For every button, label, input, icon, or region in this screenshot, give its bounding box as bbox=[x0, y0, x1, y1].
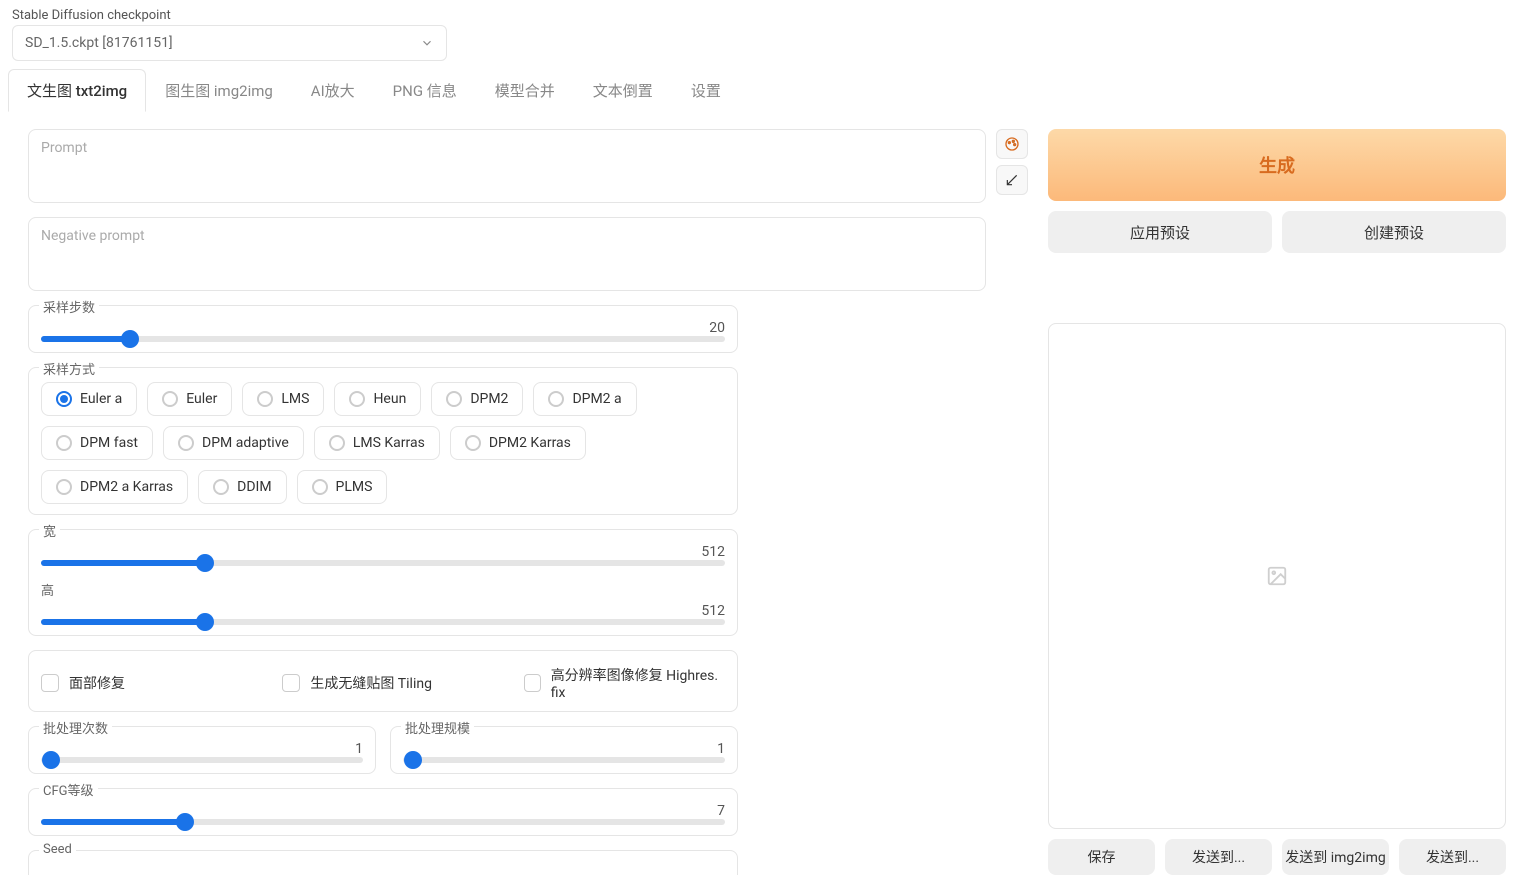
send-to-img2img-button[interactable]: 发送到 img2img bbox=[1282, 839, 1389, 875]
palette-icon bbox=[1004, 136, 1020, 152]
sampler-option[interactable]: DPM2 Karras bbox=[450, 426, 586, 460]
tabs: 文生图 txt2img图生图 img2imgAI放大PNG 信息模型合并文本倒置… bbox=[0, 69, 1522, 113]
batch-size-value: 1 bbox=[403, 741, 725, 757]
sampler-option[interactable]: Euler a bbox=[41, 382, 137, 416]
tab-6[interactable]: 设置 bbox=[672, 69, 740, 112]
sampler-option[interactable]: LMS bbox=[242, 382, 324, 416]
cfg-label: CFG等级 bbox=[39, 780, 98, 799]
batch-count-label: 批处理次数 bbox=[39, 718, 112, 737]
radio-icon bbox=[312, 479, 328, 495]
output-preview bbox=[1048, 323, 1506, 829]
send-to-button-1[interactable]: 发送到... bbox=[1165, 839, 1272, 875]
face-restore-checkbox[interactable]: 面部修复 bbox=[41, 665, 242, 701]
height-slider[interactable] bbox=[41, 619, 725, 625]
sampler-option[interactable]: DPM2 bbox=[431, 382, 523, 416]
sampler-option[interactable]: DPM fast bbox=[41, 426, 153, 460]
dimensions-fieldset: 宽 512 高 512 bbox=[28, 529, 738, 636]
sampler-option[interactable]: DPM2 a Karras bbox=[41, 470, 188, 504]
batch-count-slider[interactable] bbox=[41, 757, 363, 763]
generate-button[interactable]: 生成 bbox=[1048, 129, 1506, 201]
sampler-label: 采样方式 bbox=[39, 359, 99, 378]
batch-count-fieldset: 批处理次数 1 bbox=[28, 726, 376, 774]
width-value: 512 bbox=[41, 544, 725, 560]
apply-preset-button[interactable]: 应用预设 bbox=[1048, 211, 1272, 253]
height-value: 512 bbox=[41, 603, 725, 619]
highres-checkbox[interactable]: 高分辨率图像修复 Highres. fix bbox=[524, 665, 725, 701]
cfg-fieldset: CFG等级 7 bbox=[28, 788, 738, 836]
image-placeholder-icon bbox=[1266, 565, 1288, 587]
batch-size-slider[interactable] bbox=[403, 757, 725, 763]
tab-2[interactable]: AI放大 bbox=[292, 69, 374, 112]
steps-value: 20 bbox=[41, 320, 725, 336]
radio-icon bbox=[465, 435, 481, 451]
sampler-option[interactable]: PLMS bbox=[297, 470, 388, 504]
radio-icon bbox=[257, 391, 273, 407]
sampler-option[interactable]: DDIM bbox=[198, 470, 286, 504]
negative-prompt-input[interactable] bbox=[28, 217, 986, 291]
radio-icon bbox=[56, 435, 72, 451]
checkpoint-label: Stable Diffusion checkpoint bbox=[12, 8, 1510, 23]
send-to-button-2[interactable]: 发送到... bbox=[1399, 839, 1506, 875]
seed-fieldset: Seed bbox=[28, 850, 738, 875]
sampler-fieldset: 采样方式 Euler aEulerLMSHeunDPM2DPM2 aDPM fa… bbox=[28, 367, 738, 515]
sampler-option[interactable]: Euler bbox=[147, 382, 232, 416]
cfg-value: 7 bbox=[41, 803, 725, 819]
arrow-collapse-icon bbox=[1005, 173, 1019, 187]
collapse-button[interactable] bbox=[996, 165, 1028, 195]
create-preset-button[interactable]: 创建预设 bbox=[1282, 211, 1506, 253]
radio-icon bbox=[162, 391, 178, 407]
width-label: 宽 bbox=[39, 521, 60, 540]
sampler-option[interactable]: LMS Karras bbox=[314, 426, 440, 460]
sampler-option[interactable]: Heun bbox=[334, 382, 421, 416]
tab-3[interactable]: PNG 信息 bbox=[374, 69, 476, 112]
save-button[interactable]: 保存 bbox=[1048, 839, 1155, 875]
radio-icon bbox=[213, 479, 229, 495]
batch-count-value: 1 bbox=[41, 741, 363, 757]
radio-icon bbox=[349, 391, 365, 407]
tab-5[interactable]: 文本倒置 bbox=[574, 69, 672, 112]
height-label: 高 bbox=[41, 580, 725, 599]
batch-size-label: 批处理规模 bbox=[401, 718, 474, 737]
tab-1[interactable]: 图生图 img2img bbox=[146, 69, 292, 112]
prompt-input[interactable] bbox=[28, 129, 986, 203]
checkpoint-select[interactable]: SD_1.5.ckpt [81761151] bbox=[12, 25, 447, 61]
steps-fieldset: 采样步数 20 bbox=[28, 305, 738, 353]
steps-slider[interactable] bbox=[41, 336, 725, 342]
radio-icon bbox=[548, 391, 564, 407]
width-slider[interactable] bbox=[41, 560, 725, 566]
radio-icon bbox=[56, 391, 72, 407]
sampler-option[interactable]: DPM adaptive bbox=[163, 426, 304, 460]
checkpoint-value: SD_1.5.ckpt [81761151] bbox=[25, 35, 173, 51]
batch-size-fieldset: 批处理规模 1 bbox=[390, 726, 738, 774]
tiling-checkbox[interactable]: 生成无缝贴图 Tiling bbox=[282, 665, 483, 701]
cfg-slider[interactable] bbox=[41, 819, 725, 825]
tab-0[interactable]: 文生图 txt2img bbox=[8, 69, 146, 112]
radio-icon bbox=[56, 479, 72, 495]
tab-4[interactable]: 模型合并 bbox=[476, 69, 574, 112]
steps-label: 采样步数 bbox=[39, 297, 99, 316]
radio-icon bbox=[329, 435, 345, 451]
seed-label: Seed bbox=[39, 842, 76, 857]
sampler-option[interactable]: DPM2 a bbox=[533, 382, 636, 416]
radio-icon bbox=[178, 435, 194, 451]
chevron-down-icon bbox=[420, 36, 434, 50]
radio-icon bbox=[446, 391, 462, 407]
palette-button[interactable] bbox=[996, 129, 1028, 159]
options-fieldset: 面部修复 生成无缝贴图 Tiling 高分辨率图像修复 Highres. fix bbox=[28, 650, 738, 712]
